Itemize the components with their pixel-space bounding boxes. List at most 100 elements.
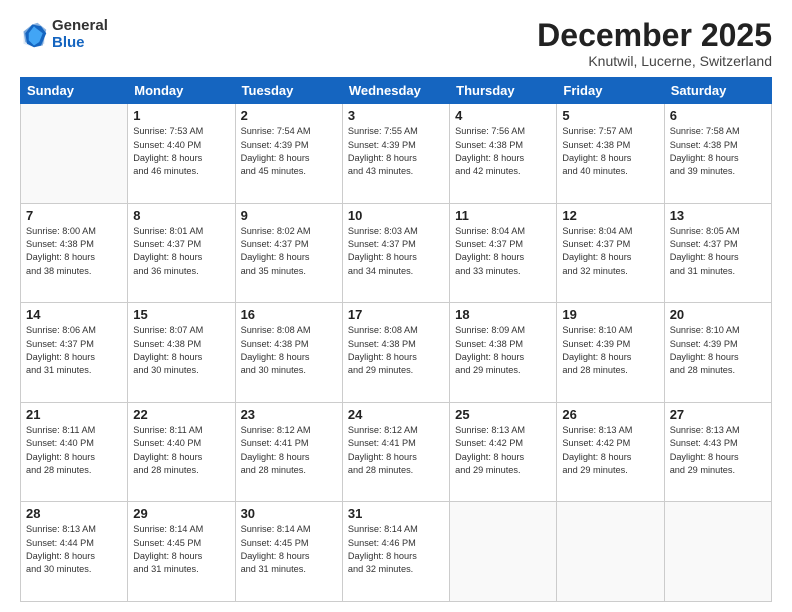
day-number: 27 [670,407,766,422]
logo-blue: Blue [52,35,108,52]
calendar-cell [21,104,128,204]
calendar-cell: 17 Sunrise: 8:08 AMSunset: 4:38 PMDayligh… [342,303,449,403]
cell-info: Sunrise: 8:11 AMSunset: 4:40 PMDaylight:… [26,424,122,477]
header: General Blue December 2025 Knutwil, Luce… [20,18,772,69]
day-number: 2 [241,108,337,123]
day-number: 11 [455,208,551,223]
calendar-cell: 30 Sunrise: 8:14 AMSunset: 4:45 PMDayligh… [235,502,342,602]
calendar-cell: 19Sunrise: 8:10 AMSunset: 4:39 PMDayligh… [557,303,664,403]
calendar-cell: 10Sunrise: 8:03 AMSunset: 4:37 PMDayligh… [342,203,449,303]
calendar-cell: 7 Sunrise: 8:00 AMSunset: 4:38 PMDaylight… [21,203,128,303]
day-number: 4 [455,108,551,123]
calendar-cell [557,502,664,602]
day-header-friday: Friday [557,78,664,104]
cell-info: Sunrise: 8:09 AMSunset: 4:38 PMDaylight:… [455,324,551,377]
week-row-1: 1 Sunrise: 7:53 AMSunset: 4:40 PMDaylight… [21,104,772,204]
days-header-row: SundayMondayTuesdayWednesdayThursdayFrid… [21,78,772,104]
calendar-cell: 22 Sunrise: 8:11 AMSunset: 4:40 PMDayligh… [128,402,235,502]
cell-info: Sunrise: 8:02 AMSunset: 4:37 PMDaylight:… [241,225,337,278]
calendar-cell: 25 Sunrise: 8:13 AMSunset: 4:42 PMDayligh… [450,402,557,502]
cell-info: Sunrise: 8:05 AMSunset: 4:37 PMDaylight:… [670,225,766,278]
day-number: 10 [348,208,444,223]
calendar-cell: 27 Sunrise: 8:13 AMSunset: 4:43 PMDayligh… [664,402,771,502]
cell-info: Sunrise: 7:56 AMSunset: 4:38 PMDaylight:… [455,125,551,178]
cell-info: Sunrise: 8:13 AMSunset: 4:44 PMDaylight:… [26,523,122,576]
day-number: 23 [241,407,337,422]
calendar-cell: 16Sunrise: 8:08 AMSunset: 4:38 PMDayligh… [235,303,342,403]
day-number: 1 [133,108,229,123]
day-header-monday: Monday [128,78,235,104]
day-number: 6 [670,108,766,123]
cell-info: Sunrise: 8:14 AMSunset: 4:45 PMDaylight:… [241,523,337,576]
cell-info: Sunrise: 8:12 AMSunset: 4:41 PMDaylight:… [241,424,337,477]
calendar-cell: 9 Sunrise: 8:02 AMSunset: 4:37 PMDaylight… [235,203,342,303]
calendar-cell: 6 Sunrise: 7:58 AMSunset: 4:38 PMDaylight… [664,104,771,204]
day-number: 17 [348,307,444,322]
cell-info: Sunrise: 8:10 AMSunset: 4:39 PMDaylight:… [670,324,766,377]
cell-info: Sunrise: 7:54 AMSunset: 4:39 PMDaylight:… [241,125,337,178]
day-number: 15 [133,307,229,322]
calendar-cell: 5 Sunrise: 7:57 AMSunset: 4:38 PMDaylight… [557,104,664,204]
calendar-cell: 2 Sunrise: 7:54 AMSunset: 4:39 PMDaylight… [235,104,342,204]
cell-info: Sunrise: 8:13 AMSunset: 4:42 PMDaylight:… [455,424,551,477]
calendar-cell: 28Sunrise: 8:13 AMSunset: 4:44 PMDayligh… [21,502,128,602]
month-title: December 2025 [537,18,772,53]
calendar-cell: 18 Sunrise: 8:09 AMSunset: 4:38 PMDayligh… [450,303,557,403]
day-header-tuesday: Tuesday [235,78,342,104]
cell-info: Sunrise: 7:58 AMSunset: 4:38 PMDaylight:… [670,125,766,178]
cell-info: Sunrise: 7:57 AMSunset: 4:38 PMDaylight:… [562,125,658,178]
calendar-cell: 24 Sunrise: 8:12 AMSunset: 4:41 PMDayligh… [342,402,449,502]
day-header-thursday: Thursday [450,78,557,104]
week-row-5: 28Sunrise: 8:13 AMSunset: 4:44 PMDayligh… [21,502,772,602]
cell-info: Sunrise: 8:11 AMSunset: 4:40 PMDaylight:… [133,424,229,477]
day-number: 22 [133,407,229,422]
cell-info: Sunrise: 8:10 AMSunset: 4:39 PMDaylight:… [562,324,658,377]
calendar-cell: 8Sunrise: 8:01 AMSunset: 4:37 PMDaylight… [128,203,235,303]
day-number: 14 [26,307,122,322]
day-number: 31 [348,506,444,521]
day-number: 13 [670,208,766,223]
cell-info: Sunrise: 8:00 AMSunset: 4:38 PMDaylight:… [26,225,122,278]
logo-icon [20,21,48,49]
cell-info: Sunrise: 8:01 AMSunset: 4:37 PMDaylight:… [133,225,229,278]
cell-info: Sunrise: 8:04 AMSunset: 4:37 PMDaylight:… [455,225,551,278]
cell-info: Sunrise: 8:14 AMSunset: 4:46 PMDaylight:… [348,523,444,576]
calendar-cell: 31 Sunrise: 8:14 AMSunset: 4:46 PMDayligh… [342,502,449,602]
cell-info: Sunrise: 8:14 AMSunset: 4:45 PMDaylight:… [133,523,229,576]
cell-info: Sunrise: 8:08 AMSunset: 4:38 PMDaylight:… [348,324,444,377]
cell-info: Sunrise: 8:04 AMSunset: 4:37 PMDaylight:… [562,225,658,278]
day-number: 18 [455,307,551,322]
logo-text: General Blue [52,18,108,51]
calendar-cell: 20 Sunrise: 8:10 AMSunset: 4:39 PMDayligh… [664,303,771,403]
day-header-saturday: Saturday [664,78,771,104]
calendar-cell: 21Sunrise: 8:11 AMSunset: 4:40 PMDayligh… [21,402,128,502]
day-number: 9 [241,208,337,223]
calendar-cell: 3Sunrise: 7:55 AMSunset: 4:39 PMDaylight… [342,104,449,204]
day-header-wednesday: Wednesday [342,78,449,104]
day-number: 24 [348,407,444,422]
calendar-cell: 11 Sunrise: 8:04 AMSunset: 4:37 PMDayligh… [450,203,557,303]
cell-info: Sunrise: 8:12 AMSunset: 4:41 PMDaylight:… [348,424,444,477]
week-row-4: 21Sunrise: 8:11 AMSunset: 4:40 PMDayligh… [21,402,772,502]
day-header-sunday: Sunday [21,78,128,104]
page: General Blue December 2025 Knutwil, Luce… [0,0,792,612]
week-row-3: 14Sunrise: 8:06 AMSunset: 4:37 PMDayligh… [21,303,772,403]
day-number: 7 [26,208,122,223]
calendar-cell: 29Sunrise: 8:14 AMSunset: 4:45 PMDayligh… [128,502,235,602]
calendar-cell [664,502,771,602]
calendar-table: SundayMondayTuesdayWednesdayThursdayFrid… [20,77,772,602]
calendar-cell: 13 Sunrise: 8:05 AMSunset: 4:37 PMDayligh… [664,203,771,303]
week-row-2: 7 Sunrise: 8:00 AMSunset: 4:38 PMDaylight… [21,203,772,303]
day-number: 3 [348,108,444,123]
day-number: 20 [670,307,766,322]
cell-info: Sunrise: 8:13 AMSunset: 4:43 PMDaylight:… [670,424,766,477]
cell-info: Sunrise: 7:53 AMSunset: 4:40 PMDaylight:… [133,125,229,178]
logo-general: General [52,18,108,35]
logo: General Blue [20,18,108,51]
day-number: 26 [562,407,658,422]
day-number: 30 [241,506,337,521]
cell-info: Sunrise: 8:08 AMSunset: 4:38 PMDaylight:… [241,324,337,377]
day-number: 5 [562,108,658,123]
day-number: 25 [455,407,551,422]
cell-info: Sunrise: 8:07 AMSunset: 4:38 PMDaylight:… [133,324,229,377]
